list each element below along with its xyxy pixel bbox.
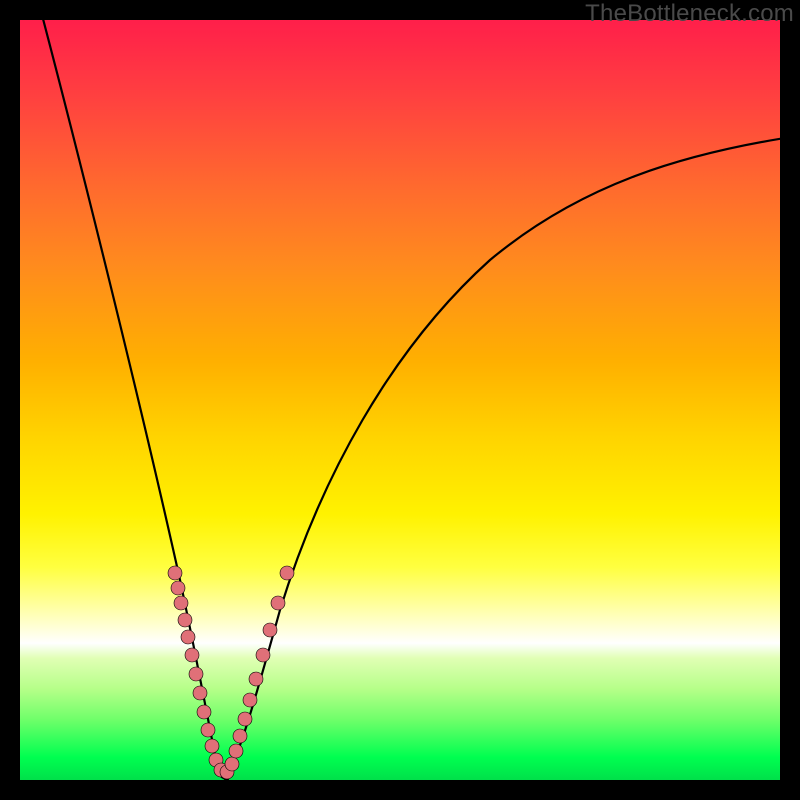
scatter-dots [168, 566, 294, 779]
plot-area [20, 20, 780, 780]
chart-frame: TheBottleneck.com [0, 0, 800, 800]
curve-right-branch [225, 138, 780, 779]
watermark-text: TheBottleneck.com [585, 0, 794, 28]
bottleneck-curve-svg [20, 20, 780, 780]
